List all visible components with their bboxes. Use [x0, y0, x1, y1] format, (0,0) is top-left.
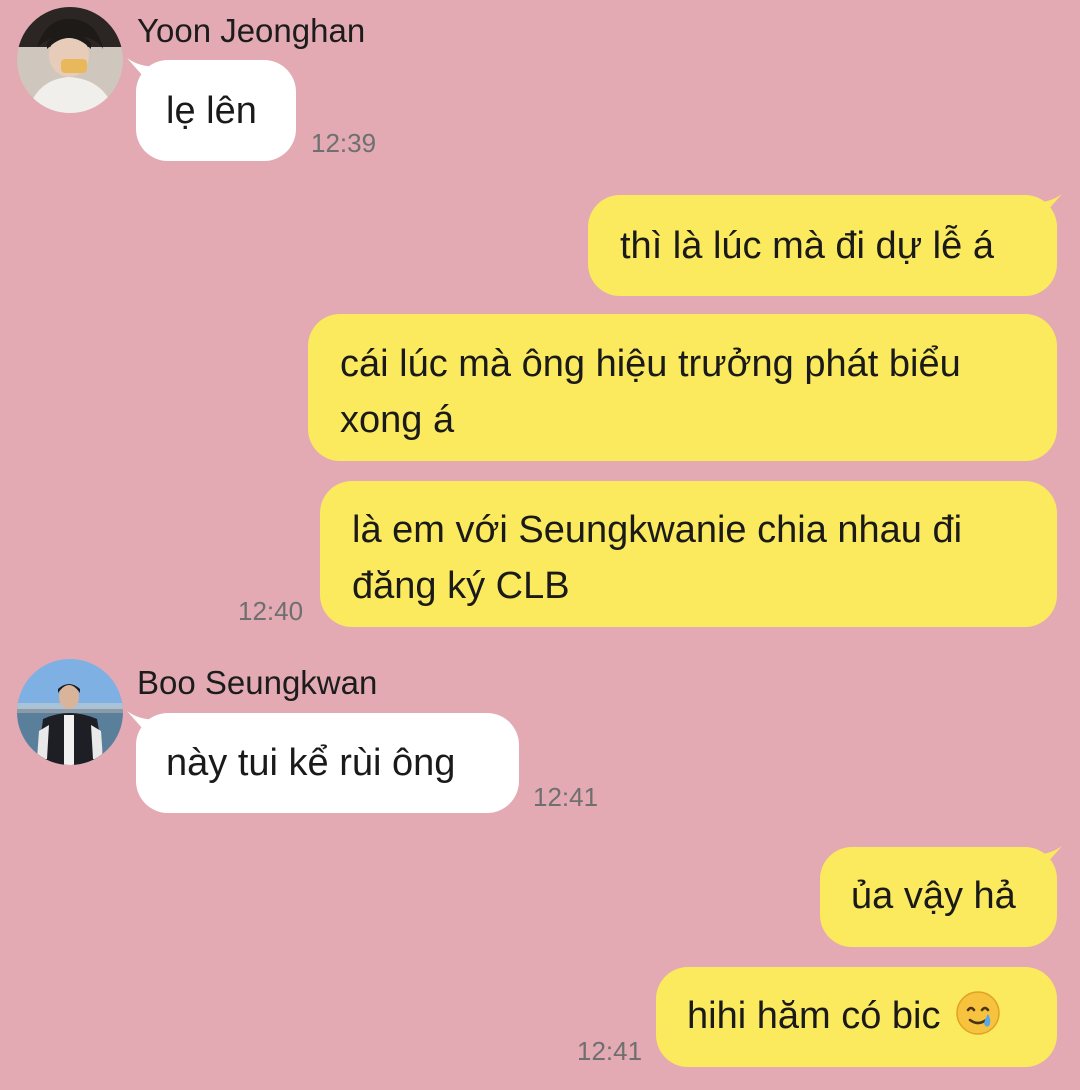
- message-timestamp: 12:41: [577, 1036, 643, 1066]
- message-text: này tui kể rùi ông: [166, 742, 456, 784]
- sender-name: Yoon Jeonghan: [137, 12, 366, 49]
- message-bubble-incoming[interactable]: lẹ lên: [136, 60, 296, 161]
- message-text-line: cái lúc mà ông hiệu trưởng phát biểu: [340, 343, 961, 385]
- message-timestamp: 12:41: [533, 782, 599, 812]
- message-timestamp: 12:40: [238, 596, 304, 626]
- sender-name: Boo Seungkwan: [137, 664, 378, 701]
- message-text: ủa vậy hả: [851, 875, 1016, 917]
- avatar-yoon-jeonghan[interactable]: [17, 7, 123, 113]
- message-bubble-outgoing[interactable]: hihi hăm có bic: [656, 967, 1057, 1067]
- crying-smile-emoji-icon: [955, 990, 1001, 1036]
- message-text-line: xong á: [340, 399, 455, 441]
- message-timestamp: 12:39: [311, 128, 377, 158]
- message-text: hihi hăm có bic: [687, 995, 941, 1037]
- message-bubble-outgoing[interactable]: ủa vậy hả: [820, 847, 1057, 947]
- avatar-boo-seungkwan[interactable]: [17, 659, 123, 765]
- message-text: thì là lúc mà đi dự lễ á: [620, 225, 994, 267]
- message-bubble-outgoing[interactable]: cái lúc mà ông hiệu trưởng phát biểu xon…: [308, 314, 1057, 461]
- message-text: lẹ lên: [166, 90, 257, 132]
- message-bubble-outgoing[interactable]: thì là lúc mà đi dự lễ á: [588, 195, 1057, 296]
- message-text-line: là em với Seungkwanie chia nhau đi: [352, 509, 963, 551]
- message-bubble-outgoing[interactable]: là em với Seungkwanie chia nhau đi đăng …: [320, 481, 1057, 627]
- message-text-line: đăng ký CLB: [352, 565, 570, 607]
- message-bubble-incoming[interactable]: này tui kể rùi ông: [136, 713, 519, 813]
